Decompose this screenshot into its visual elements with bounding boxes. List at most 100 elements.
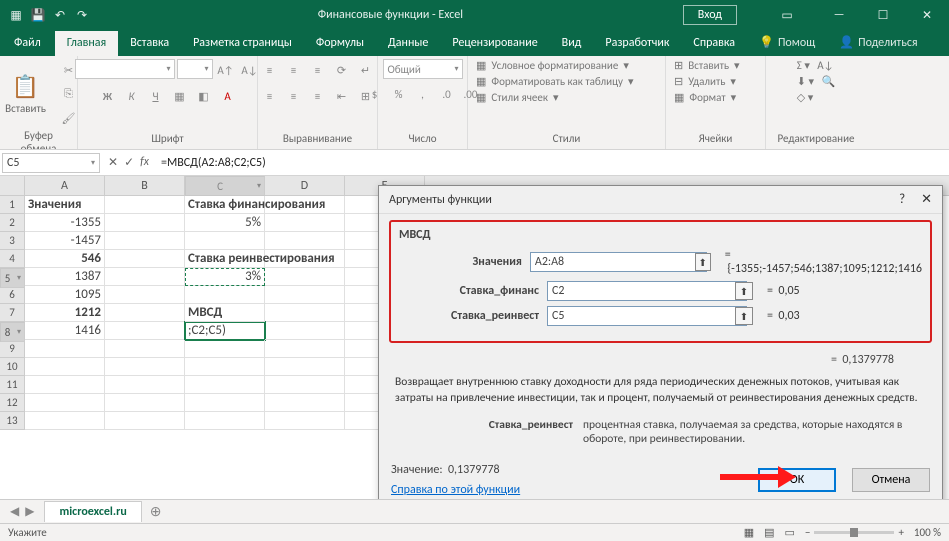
cell[interactable]	[25, 376, 105, 394]
cell[interactable]	[25, 412, 105, 430]
collapse-ref-icon[interactable]: ⬆	[695, 253, 711, 271]
cell[interactable]	[185, 394, 265, 412]
cell[interactable]: -1457	[25, 232, 105, 250]
cell[interactable]	[25, 394, 105, 412]
autosum-button[interactable]: Σ ▾ A↓	[797, 59, 834, 72]
grow-font-icon[interactable]: A↑	[215, 59, 237, 81]
cell[interactable]	[265, 322, 345, 340]
help-icon[interactable]: ?	[899, 192, 905, 207]
align-top-icon[interactable]: ≡	[259, 59, 281, 81]
border-icon[interactable]: ▦	[169, 85, 191, 107]
close-icon[interactable]: ✕	[905, 0, 949, 30]
cell[interactable]	[105, 196, 185, 214]
col-header[interactable]: B	[105, 176, 185, 195]
tab-file[interactable]: Файл	[0, 31, 55, 56]
tab-home[interactable]: Главная	[55, 31, 118, 56]
align-left-icon[interactable]: ≡	[259, 85, 281, 107]
cell[interactable]	[105, 394, 185, 412]
fill-button[interactable]: ⬇ ▾ 🔍	[797, 75, 835, 88]
cell[interactable]: 5%	[185, 214, 265, 232]
accept-fx-icon[interactable]: ✓	[124, 155, 134, 170]
collapse-ref-icon[interactable]: ⬆	[735, 282, 753, 300]
cell[interactable]	[265, 340, 345, 358]
numformat-select[interactable]: Общий	[383, 59, 463, 79]
tab-share[interactable]: 👤Поделиться	[827, 30, 929, 56]
cell[interactable]	[185, 376, 265, 394]
cell[interactable]: 1387	[25, 268, 105, 286]
row-header[interactable]: 6	[0, 286, 25, 304]
tab-review[interactable]: Рецензирование	[440, 31, 549, 56]
row-header[interactable]: 10	[0, 358, 25, 376]
add-sheet-icon[interactable]: ⊕	[142, 503, 170, 520]
orientation-icon[interactable]: ⟳	[331, 59, 353, 81]
italic-button[interactable]: К	[121, 85, 143, 107]
cell[interactable]	[105, 412, 185, 430]
cell[interactable]	[265, 412, 345, 430]
sheet-prev-icon[interactable]: ◀	[10, 504, 19, 519]
row-header[interactable]: 3	[0, 232, 25, 250]
percent-icon[interactable]: %	[388, 83, 410, 105]
cell[interactable]	[185, 286, 265, 304]
zoom-out-icon[interactable]: −	[805, 526, 810, 539]
fill-icon[interactable]: ◧	[193, 85, 215, 107]
function-help-link[interactable]: Справка по этой функции	[391, 483, 520, 497]
select-all-corner[interactable]	[0, 176, 25, 195]
cell[interactable]: МВСД	[185, 304, 265, 322]
fontsize-select[interactable]	[177, 59, 213, 79]
cell[interactable]	[185, 358, 265, 376]
align-right-icon[interactable]: ≡	[307, 85, 329, 107]
cell[interactable]: Ставка финансирования	[185, 196, 265, 214]
cell[interactable]	[105, 322, 185, 340]
sheet-next-icon[interactable]: ▶	[25, 504, 34, 519]
tab-developer[interactable]: Разработчик	[593, 31, 681, 56]
row-header[interactable]: 2	[0, 214, 25, 232]
cell[interactable]	[265, 358, 345, 376]
view-break-icon[interactable]: ▭	[785, 526, 795, 539]
cell[interactable]	[265, 214, 345, 232]
cell[interactable]	[265, 286, 345, 304]
cell[interactable]	[185, 412, 265, 430]
format-table-button[interactable]: ▦Форматировать как таблицу ▾	[476, 75, 633, 88]
arg-input[interactable]: C2	[547, 281, 747, 301]
cell[interactable]	[185, 340, 265, 358]
cell[interactable]: -1355	[25, 214, 105, 232]
cell[interactable]	[105, 376, 185, 394]
row-header[interactable]: 7	[0, 304, 25, 322]
row-header[interactable]: 9	[0, 340, 25, 358]
font-select[interactable]	[75, 59, 175, 79]
dialog-close-icon[interactable]: ✕	[921, 192, 932, 207]
tab-view[interactable]: Вид	[550, 31, 594, 56]
col-header[interactable]: A	[25, 176, 105, 195]
underline-button[interactable]: Ч	[145, 85, 167, 107]
tab-help[interactable]: Справка	[681, 31, 747, 56]
cell[interactable]: 1095	[25, 286, 105, 304]
cell[interactable]	[25, 340, 105, 358]
minimize-icon[interactable]: —	[817, 0, 861, 30]
formula-input[interactable]: =МВСД(A2:A8;С2;С5)	[155, 156, 949, 170]
zoom-level[interactable]: 100 %	[914, 526, 941, 539]
redo-icon[interactable]: ↷	[72, 5, 92, 25]
arg-input[interactable]: C5	[547, 306, 747, 326]
cell[interactable]	[105, 340, 185, 358]
cell[interactable]: ;C2;C5)	[185, 322, 265, 340]
cell[interactable]	[105, 250, 185, 268]
sheet-tab[interactable]: microexcel.ru	[44, 501, 141, 522]
login-button[interactable]: Вход	[683, 5, 737, 25]
col-header[interactable]: C	[185, 176, 265, 196]
arg-input[interactable]: A2:A8	[530, 252, 707, 272]
cell[interactable]: 1416	[25, 322, 105, 340]
tab-tellme[interactable]: 💡Помощ	[747, 30, 827, 56]
cell[interactable]	[105, 232, 185, 250]
comma-icon[interactable]: ,	[412, 83, 434, 105]
cell[interactable]	[25, 358, 105, 376]
cell[interactable]	[185, 232, 265, 250]
cell[interactable]: 546	[25, 250, 105, 268]
row-header[interactable]: 5	[0, 268, 25, 288]
currency-icon[interactable]: $	[364, 83, 386, 105]
view-normal-icon[interactable]: ▦	[744, 526, 754, 539]
fontcolor-icon[interactable]: A	[217, 85, 239, 107]
cond-format-button[interactable]: ▦Условное форматирование ▾	[476, 59, 629, 72]
align-mid-icon[interactable]: ≡	[283, 59, 305, 81]
fx-icon[interactable]: fx	[140, 155, 149, 170]
name-box[interactable]: C5	[2, 153, 100, 173]
